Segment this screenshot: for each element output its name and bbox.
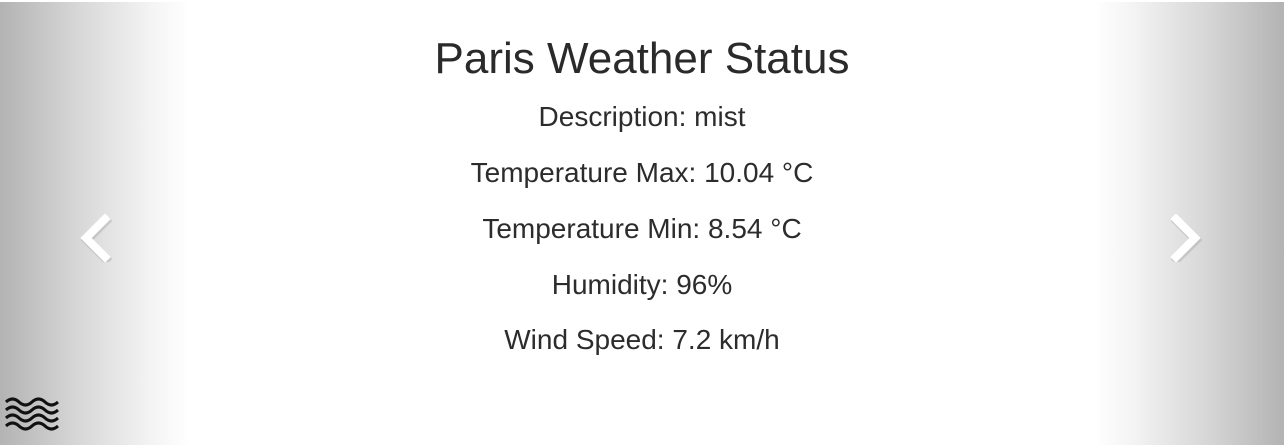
humidity: Humidity: 96% [551, 269, 733, 300]
weather-title: Paris Weather Status [434, 34, 850, 83]
temperature-max: Temperature Max: 10.04 °C [470, 157, 814, 188]
wind-speed: Wind Speed: 7.2 km/h [504, 324, 780, 355]
chevron-right-icon [1164, 214, 1204, 262]
weather-description: Description: mist [538, 101, 746, 132]
chevron-left-icon [77, 214, 117, 262]
temperature-min: Temperature Min: 8.54 °C [482, 213, 802, 244]
weather-carousel: Paris Weather Status Description: mist T… [0, 0, 1284, 445]
mist-icon [4, 394, 60, 434]
carousel-next-button[interactable] [1164, 214, 1204, 262]
weather-slide: Paris Weather Status Description: mist T… [190, 2, 1094, 445]
carousel-prev-button[interactable] [77, 214, 117, 262]
